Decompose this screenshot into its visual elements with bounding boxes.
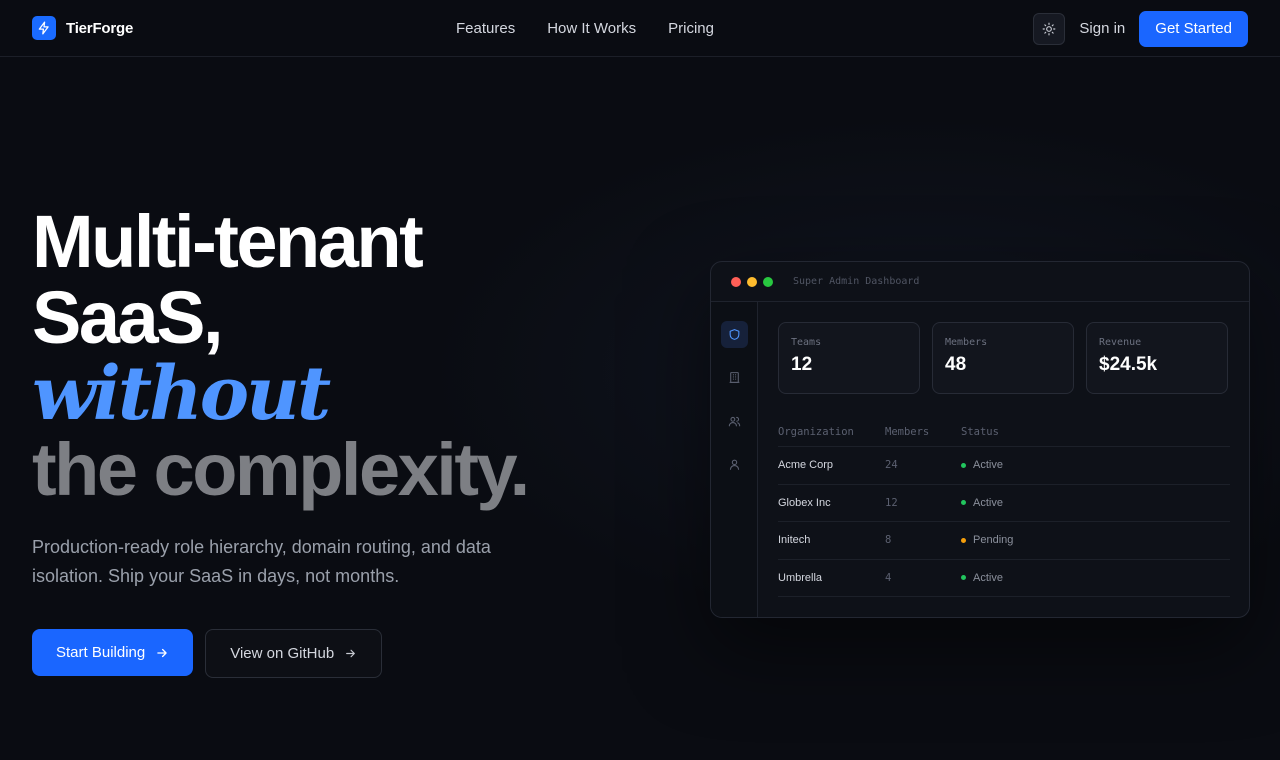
organizations-table: Organization Members Status Acme Corp 24… [778, 423, 1230, 597]
stat-card-members: Members 48 [932, 322, 1074, 394]
hero-title-line-3: without [32, 351, 331, 437]
theme-toggle-button[interactable] [1033, 12, 1066, 45]
table-header: Organization Members Status [778, 423, 1230, 447]
stat-card-revenue: Revenue $24.5k [1086, 322, 1228, 394]
stat-label: Teams [791, 337, 822, 348]
hero-title-line-1: Multi-tenant [32, 200, 424, 283]
dashboard-body: Teams 12 Members 48 Revenue $24.5k Organ… [711, 302, 1249, 617]
cell-organization: Acme Corp [778, 459, 834, 472]
window-minimize-dot [747, 276, 757, 287]
sun-icon [1042, 22, 1056, 35]
stats-row: Teams 12 Members 48 Revenue $24.5k [778, 322, 1228, 394]
dashboard-sidebar [711, 302, 758, 617]
brand-name: TierForge [66, 19, 134, 37]
top-navigation: TierForge Features How It Works Pricing … [0, 0, 1280, 57]
sign-in-link[interactable]: Sign in [1077, 20, 1127, 37]
view-on-github-label: View on GitHub [230, 645, 335, 662]
cell-organization: Initech [778, 534, 811, 547]
status-dot [961, 462, 966, 468]
shield-icon [729, 329, 740, 340]
window-close-dot [731, 276, 741, 287]
building-icon [729, 372, 740, 383]
stat-value: 48 [945, 354, 967, 375]
cell-status: Active [961, 497, 1121, 509]
cell-members: 24 [885, 459, 898, 472]
hero-subtitle: Production-ready role hierarchy, domain … [32, 537, 491, 586]
stat-value: $24.5k [1099, 354, 1158, 375]
status-dot [961, 500, 966, 506]
arrow-right-icon [346, 649, 356, 658]
cell-organization: Umbrella [778, 571, 823, 584]
hero-title: Multi-tenant SaaS, without the complexit… [32, 200, 530, 511]
table-row[interactable]: Acme Corp 24 Active [778, 447, 1230, 485]
get-started-button[interactable]: Get Started [1139, 10, 1248, 47]
nav-actions: Sign in Get Started [1033, 0, 1248, 57]
brand[interactable]: TierForge [32, 16, 133, 40]
stat-label: Revenue [1099, 337, 1142, 348]
sidebar-item-shield[interactable] [721, 321, 748, 348]
lightning-bolt-icon [32, 16, 56, 40]
column-header-organization: Organization [778, 425, 854, 438]
status-dot [961, 575, 966, 581]
sidebar-item-building[interactable] [721, 364, 748, 391]
dashboard-preview: Super Admin Dashboard Teams 12 Members 4… [710, 261, 1250, 618]
cell-organization: Globex Inc [778, 496, 831, 509]
column-header-members: Members [885, 425, 930, 438]
cell-status: Pending [961, 534, 1121, 546]
nav-link-pricing[interactable]: Pricing [668, 20, 714, 37]
cell-status: Active [961, 459, 1121, 471]
dashboard-title: Super Admin Dashboard [793, 276, 920, 287]
cta-row: Start Building View on GitHub [32, 629, 383, 678]
nav-link-how-it-works[interactable]: How It Works [547, 20, 636, 37]
cell-members: 8 [885, 534, 892, 547]
status-text: Pending [973, 534, 1014, 547]
table-row[interactable]: Umbrella 4 Active [778, 560, 1230, 597]
arrow-right-icon [157, 648, 167, 657]
cell-members: 4 [885, 571, 892, 584]
start-building-button[interactable]: Start Building [32, 629, 194, 676]
stat-value: 12 [791, 354, 813, 375]
sidebar-item-users[interactable] [721, 408, 748, 435]
dashboard-titlebar: Super Admin Dashboard [711, 262, 1249, 302]
column-header-status: Status [961, 425, 999, 438]
nav-links: Features How It Works Pricing [456, 0, 714, 57]
window-maximize-dot [763, 276, 773, 287]
status-text: Active [973, 459, 1003, 472]
hero-title-line-2: SaaS, [32, 276, 224, 359]
cell-status: Active [961, 572, 1121, 584]
view-on-github-button[interactable]: View on GitHub [205, 629, 383, 678]
hero-title-line-4: the complexity. [32, 428, 530, 511]
table-row[interactable]: Globex Inc 12 Active [778, 485, 1230, 522]
user-icon [729, 459, 740, 470]
sidebar-item-user[interactable] [721, 451, 748, 478]
status-text: Active [973, 571, 1003, 584]
stat-card-teams: Teams 12 [778, 322, 920, 394]
status-text: Active [973, 496, 1003, 509]
start-building-label: Start Building [56, 644, 146, 661]
cell-members: 12 [885, 496, 898, 509]
stat-label: Members [945, 337, 988, 348]
nav-link-features[interactable]: Features [456, 20, 515, 37]
table-row[interactable]: Initech 8 Pending [778, 522, 1230, 560]
users-icon [728, 416, 741, 427]
status-dot [961, 537, 966, 543]
